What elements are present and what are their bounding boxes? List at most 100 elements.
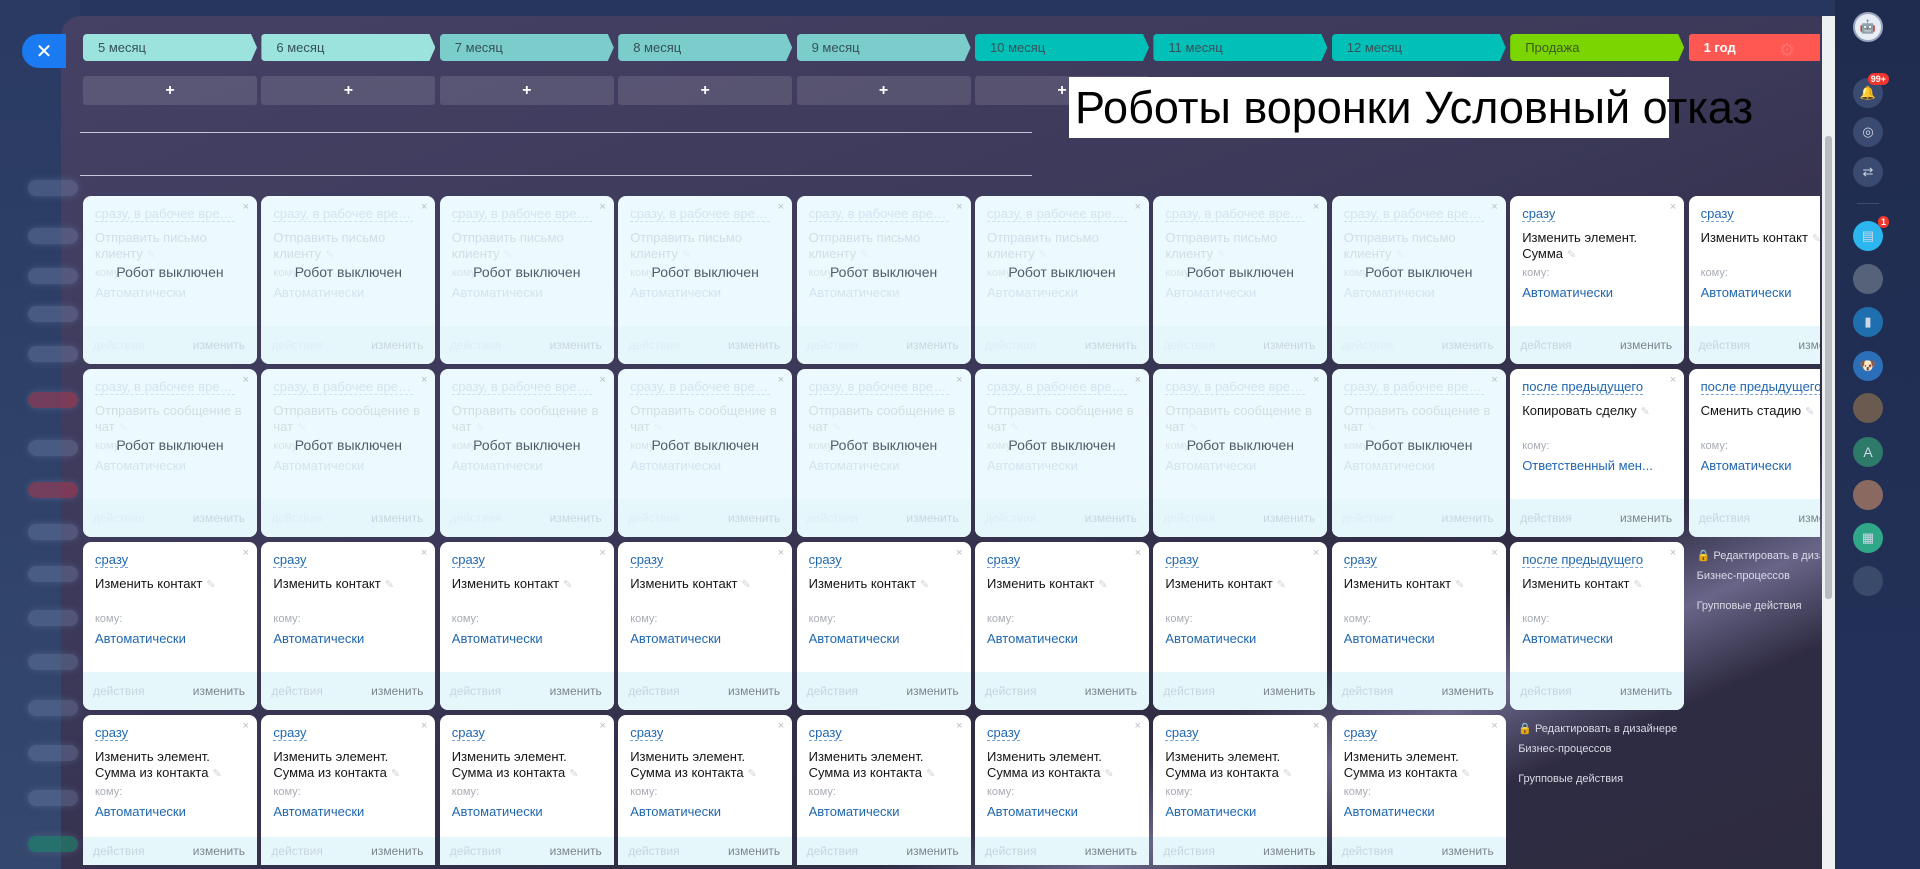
edit-link[interactable]: изменить	[1085, 844, 1137, 858]
pencil-icon[interactable]: ✎	[475, 422, 484, 434]
pencil-icon[interactable]: ✎	[1455, 579, 1464, 591]
pencil-icon[interactable]: ✎	[1805, 406, 1814, 418]
robot-delay-link[interactable]: сразу, в рабочее время	[630, 206, 771, 222]
robot-card[interactable]: сразу Изменить элемент. Сумма из контакта…	[796, 715, 971, 865]
edit-link[interactable]: изменить	[906, 338, 958, 352]
robot-card[interactable]: сразу, в рабочее врем... Отправить сообще…	[796, 369, 971, 537]
pencil-icon[interactable]: ✎	[1189, 422, 1198, 434]
edit-link[interactable]: изменить	[193, 684, 245, 698]
user-avatar[interactable]	[1853, 264, 1883, 294]
close-icon[interactable]: ×	[956, 374, 962, 386]
actions-link[interactable]: действия	[1342, 338, 1393, 352]
actions-link[interactable]: действия	[628, 684, 679, 698]
robot-card[interactable]: сразу, в рабочее время Отправить письмо к…	[1153, 196, 1328, 364]
robot-card[interactable]: сразу Изменить элемент. Сумма из контакта…	[439, 715, 614, 865]
pencil-icon[interactable]: ✎	[1277, 579, 1286, 591]
actions-link[interactable]: действия	[1342, 511, 1393, 525]
actions-link[interactable]: действия	[1342, 684, 1393, 698]
robot-delay-link[interactable]: сразу, в рабочее время	[273, 206, 414, 222]
edit-link[interactable]: изменить	[1263, 338, 1315, 352]
pencil-icon[interactable]: ✎	[297, 422, 306, 434]
robot-delay-link[interactable]: сразу, в рабочее время	[95, 206, 235, 222]
actions-link[interactable]: действия	[1163, 338, 1214, 352]
edit-link[interactable]: изменить	[1442, 684, 1494, 698]
group-actions-link[interactable]: Групповые действия	[1518, 769, 1692, 789]
actions-link[interactable]: действия	[985, 844, 1036, 858]
actions-link[interactable]: действия	[985, 684, 1036, 698]
close-icon[interactable]: ×	[1670, 374, 1676, 386]
robot-delay-link[interactable]: сразу	[808, 552, 842, 568]
robot-card[interactable]: сразу, в рабочее врем... Отправить сообще…	[1331, 369, 1506, 537]
edit-link[interactable]: изменить	[1620, 511, 1672, 525]
robot-card[interactable]: сразу, в рабочее время Отправить письмо к…	[439, 196, 614, 364]
robot-delay-link[interactable]: сразу	[987, 552, 1021, 568]
pencil-icon[interactable]: ✎	[832, 422, 841, 434]
actions-link[interactable]: действия	[271, 844, 322, 858]
robot-card[interactable]: сразу Изменить элемент. Сумма ✎ кому: Автома…	[1510, 196, 1685, 364]
robot-responsible[interactable]: Автоматически	[273, 285, 423, 300]
close-icon[interactable]: ×	[243, 201, 249, 213]
robot-delay-link[interactable]: сразу, в рабочее время	[987, 206, 1127, 222]
robot-responsible[interactable]: Автоматически	[95, 458, 245, 473]
close-icon[interactable]: ×	[1135, 720, 1141, 732]
robot-card[interactable]: сразу Изменить контакт ✎ кому: Автоматически…	[1688, 196, 1820, 364]
robot-responsible[interactable]: Автоматически	[630, 458, 780, 473]
robot-responsible[interactable]: Автоматически	[1344, 285, 1494, 300]
robot-delay-link[interactable]: сразу, в рабочее врем...	[95, 379, 235, 395]
group-actions-link[interactable]: Групповые действия	[1697, 596, 1820, 616]
robot-delay-link[interactable]: сразу	[1165, 725, 1199, 741]
edit-link[interactable]: изменить	[728, 338, 780, 352]
robot-delay-link[interactable]: сразу	[808, 725, 842, 741]
pencil-icon[interactable]: ✎	[563, 579, 572, 591]
pencil-icon[interactable]: ✎	[212, 768, 221, 780]
actions-link[interactable]: действия	[1163, 844, 1214, 858]
actions-link[interactable]: действия	[1163, 511, 1214, 525]
chat-icon[interactable]: ▤ 1	[1853, 216, 1889, 251]
robot-avatar[interactable]: 🤖	[1853, 12, 1883, 42]
edit-link[interactable]: изменить	[1085, 511, 1137, 525]
pencil-icon[interactable]: ✎	[385, 579, 394, 591]
robot-delay-link[interactable]: сразу, в рабочее время	[1165, 206, 1306, 222]
close-icon[interactable]: ×	[1313, 201, 1319, 213]
scrollbar-thumb[interactable]	[1825, 136, 1832, 599]
robot-delay-link[interactable]: сразу	[273, 552, 307, 568]
robot-delay-link[interactable]: сразу, в рабочее время	[808, 206, 949, 222]
robot-card[interactable]: сразу Изменить элемент. Сумма из контакта…	[83, 715, 257, 865]
robot-delay-link[interactable]: сразу, в рабочее врем...	[808, 379, 949, 395]
actions-link[interactable]: действия	[807, 338, 858, 352]
robot-responsible[interactable]: Автоматически	[95, 631, 245, 646]
robot-card[interactable]: сразу Изменить контакт ✎ кому: Автоматически…	[1153, 542, 1328, 710]
letter-avatar[interactable]: A	[1853, 437, 1883, 467]
pencil-icon[interactable]: ✎	[1104, 768, 1113, 780]
robot-card[interactable]: сразу Изменить контакт ✎ кому: Автоматически…	[261, 542, 436, 710]
robot-card[interactable]: сразу, в рабочее время Отправить письмо к…	[261, 196, 436, 364]
edit-link[interactable]: изменить	[193, 844, 245, 858]
actions-link[interactable]: действия	[985, 338, 1036, 352]
stage-header[interactable]: 9 месяц	[797, 34, 971, 61]
pencil-icon[interactable]: ✎	[1461, 768, 1470, 780]
robot-card[interactable]: сразу, в рабочее время Отправить письмо к…	[975, 196, 1149, 364]
edit-link[interactable]: изменить	[371, 684, 423, 698]
close-icon[interactable]: ×	[599, 374, 605, 386]
robot-card[interactable]: сразу, в рабочее врем... Отправить сообще…	[1153, 369, 1328, 537]
robot-responsible[interactable]: Автоматически	[273, 458, 423, 473]
robot-delay-link[interactable]: сразу	[95, 725, 129, 741]
close-icon[interactable]: ×	[956, 201, 962, 213]
close-icon[interactable]: ×	[1670, 547, 1676, 559]
add-robot-button[interactable]: +	[83, 76, 257, 105]
gear-icon[interactable]: ⚙	[1779, 40, 1795, 61]
robot-card[interactable]: сразу Изменить элемент. Сумма из контакта…	[1153, 715, 1328, 865]
actions-link[interactable]: действия	[628, 844, 679, 858]
robot-responsible[interactable]: Автоматически	[452, 804, 602, 819]
robot-delay-link[interactable]: сразу	[630, 725, 664, 741]
edit-link[interactable]: изменить	[1263, 511, 1315, 525]
actions-link[interactable]: действия	[1163, 684, 1214, 698]
robot-delay-link[interactable]: сразу, в рабочее врем...	[987, 379, 1127, 395]
actions-link[interactable]: действия	[628, 338, 679, 352]
edit-link[interactable]: изменить	[728, 844, 780, 858]
robot-responsible[interactable]: Автоматически	[630, 285, 780, 300]
pencil-icon[interactable]: ✎	[742, 579, 751, 591]
pencil-icon[interactable]: ✎	[748, 768, 757, 780]
robot-delay-link[interactable]: сразу	[1165, 552, 1199, 568]
actions-link[interactable]: действия	[1699, 511, 1750, 525]
